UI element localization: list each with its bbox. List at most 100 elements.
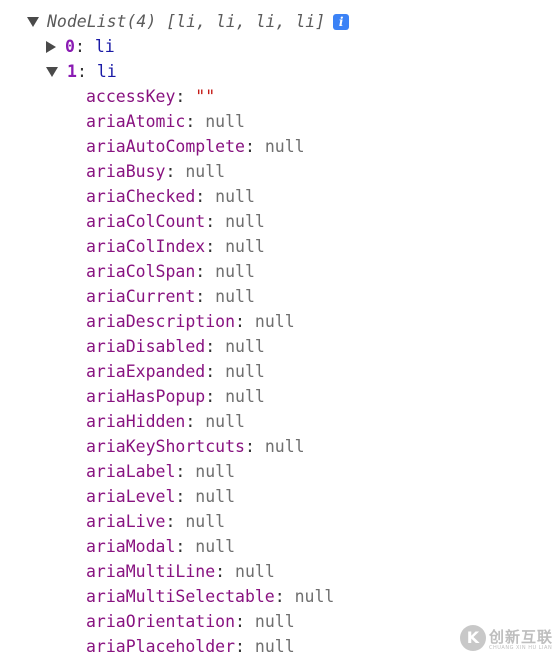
property-value: null <box>254 312 295 331</box>
property-value: null <box>215 287 255 306</box>
property-name: ariaAtomic <box>86 112 186 131</box>
property-row[interactable]: ariaLabel: null <box>86 459 235 484</box>
item-colon: : <box>74 37 95 56</box>
property-name: ariaHidden <box>86 412 186 431</box>
property-value: null <box>294 587 335 606</box>
property-row[interactable]: ariaColIndex: null <box>86 234 265 259</box>
property-row[interactable]: ariaAtomic: null <box>86 109 245 134</box>
property-colon: : <box>235 637 255 656</box>
property-name: ariaAutoComplete <box>86 137 245 156</box>
property-name: accessKey <box>86 87 176 106</box>
collapse-triangle-icon[interactable] <box>46 66 58 77</box>
property-colon: : <box>244 137 265 156</box>
property-row[interactable]: ariaAutoComplete: null <box>86 134 305 159</box>
property-value: null <box>264 137 305 156</box>
property-value: null <box>195 537 236 556</box>
property-colon: : <box>205 337 226 356</box>
property-value: null <box>225 337 265 356</box>
watermark-text: 创新互联 <box>489 628 554 646</box>
property-value: null <box>215 187 255 206</box>
watermark: K 创新互联 CHUANG XIN HU LIAN <box>458 618 557 660</box>
item-index: 1 <box>67 62 77 81</box>
property-colon: : <box>185 412 206 431</box>
property-value: null <box>225 237 265 256</box>
property-name: ariaKeyShortcuts <box>86 437 245 456</box>
nodelist-summary[interactable]: NodeList(4) [li, li, li, li] <box>47 12 325 31</box>
property-name: ariaLevel <box>86 487 176 506</box>
property-value: null <box>254 612 295 631</box>
property-row[interactable]: ariaMultiSelectable: null <box>86 584 334 609</box>
property-value: null <box>205 412 245 431</box>
property-row[interactable]: ariaChecked: null <box>86 184 255 209</box>
item-index: 0 <box>65 37 75 56</box>
item-value: li <box>94 37 115 56</box>
property-name: ariaLive <box>86 512 166 531</box>
property-name: ariaLabel <box>86 462 176 481</box>
property-colon: : <box>195 187 216 206</box>
property-row[interactable]: ariaPlaceholder: null <box>86 634 295 659</box>
property-colon: : <box>235 312 255 331</box>
property-name: ariaMultiSelectable <box>86 587 275 606</box>
property-value: null <box>215 262 255 281</box>
property-row[interactable]: ariaExpanded: null <box>86 359 265 384</box>
property-name: ariaColIndex <box>86 237 206 256</box>
property-row[interactable]: ariaHasPopup: null <box>86 384 265 409</box>
property-name: ariaCurrent <box>86 287 196 306</box>
property-value: null <box>195 462 236 481</box>
property-colon: : <box>205 362 226 381</box>
property-name: ariaMultiLine <box>86 562 216 581</box>
property-colon: : <box>235 612 255 631</box>
property-row[interactable]: ariaLive: null <box>86 509 225 534</box>
property-name: ariaHasPopup <box>86 387 206 406</box>
property-value: "" <box>195 87 216 106</box>
item-value: li <box>96 62 117 81</box>
property-name: ariaExpanded <box>86 362 206 381</box>
property-row[interactable]: ariaColSpan: null <box>86 259 255 284</box>
property-colon: : <box>244 437 265 456</box>
property-colon: : <box>165 512 186 531</box>
property-row[interactable]: ariaColCount: null <box>86 209 265 234</box>
expand-triangle-icon[interactable] <box>46 40 56 53</box>
watermark-logo-icon: K <box>460 625 486 651</box>
property-row[interactable]: ariaBusy: null <box>86 159 225 184</box>
property-value: null <box>254 637 295 656</box>
property-row[interactable]: ariaDescription: null <box>86 309 295 334</box>
property-value: null <box>185 162 226 181</box>
property-row[interactable]: ariaKeyShortcuts: null <box>86 434 305 459</box>
property-colon: : <box>175 87 196 106</box>
property-row[interactable]: accessKey: "" <box>86 84 215 109</box>
property-colon: : <box>215 562 236 581</box>
property-value: null <box>195 487 236 506</box>
nodelist-item-0[interactable]: 0: li <box>46 34 115 59</box>
property-row[interactable]: ariaCurrent: null <box>86 284 255 309</box>
collapse-triangle-icon[interactable] <box>27 16 39 27</box>
watermark-subtext: CHUANG XIN HU LIAN <box>489 645 553 651</box>
property-colon: : <box>274 587 295 606</box>
property-name: ariaPlaceholder <box>86 637 236 656</box>
nodelist-item-1[interactable]: 1: li <box>46 59 117 84</box>
property-name: ariaBusy <box>86 162 166 181</box>
property-row[interactable]: ariaMultiLine: null <box>86 559 275 584</box>
property-row[interactable]: ariaOrientation: null <box>86 609 295 634</box>
property-row[interactable]: ariaDisabled: null <box>86 334 265 359</box>
property-name: ariaModal <box>86 537 176 556</box>
property-value: null <box>185 512 226 531</box>
property-row[interactable]: ariaHidden: null <box>86 409 245 434</box>
property-value: null <box>235 562 275 581</box>
info-icon[interactable]: i <box>333 13 350 30</box>
property-colon: : <box>175 537 196 556</box>
property-name: ariaDisabled <box>86 337 206 356</box>
property-name: ariaColSpan <box>86 262 196 281</box>
property-colon: : <box>195 262 216 281</box>
property-colon: : <box>175 487 196 506</box>
property-colon: : <box>205 212 226 231</box>
nodelist-root-row[interactable]: NodeList(4) [li, li, li, li] i <box>27 9 350 34</box>
property-colon: : <box>205 237 226 256</box>
property-row[interactable]: ariaLevel: null <box>86 484 235 509</box>
item-colon: : <box>76 62 97 81</box>
property-value: null <box>205 112 245 131</box>
property-colon: : <box>185 112 206 131</box>
property-value: null <box>225 212 265 231</box>
property-row[interactable]: ariaModal: null <box>86 534 235 559</box>
property-colon: : <box>165 162 186 181</box>
